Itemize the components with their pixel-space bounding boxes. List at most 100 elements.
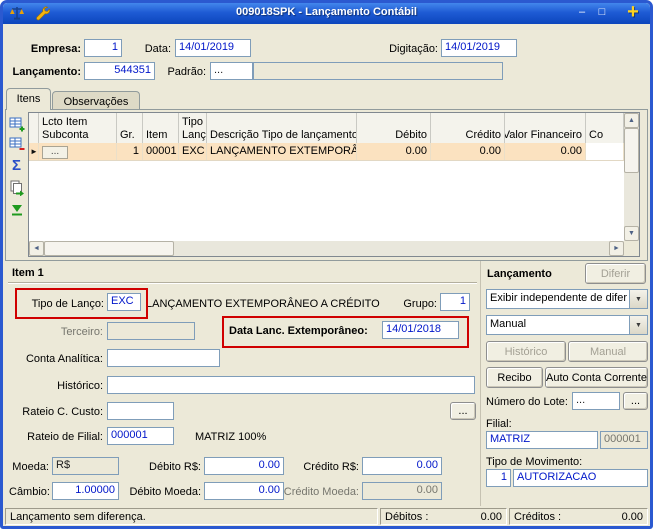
window-title: 009018SPK - Lançamento Contábil xyxy=(236,6,417,18)
vertical-scroll-thumb[interactable] xyxy=(624,128,639,173)
horizontal-scroll-thumb[interactable] xyxy=(44,241,174,256)
sum-icon[interactable]: Σ xyxy=(8,157,25,174)
credito-moeda-field: 0.00 xyxy=(362,482,442,500)
cell-gr[interactable]: 1 xyxy=(117,143,143,160)
conta-analitica-field[interactable] xyxy=(107,349,220,367)
digitacao-label: Digitação: xyxy=(389,43,438,55)
grid-col-debito[interactable]: Débito xyxy=(357,113,431,143)
empresa-field[interactable]: 1 xyxy=(84,39,122,57)
grupo-field[interactable]: 1 xyxy=(440,293,470,311)
data-extemporaneo-label: Data Lanc. Extemporâneo: xyxy=(229,325,368,337)
cell-tipo-lanc[interactable]: EXC xyxy=(179,143,207,160)
copy-item-icon[interactable] xyxy=(8,179,25,196)
padrao-lookup-field[interactable]: ... xyxy=(210,62,253,80)
grid-col-descricao[interactable]: Descrição Tipo de lançamento xyxy=(207,113,357,143)
scroll-right-button[interactable]: ► xyxy=(609,241,624,256)
grid-col-lcto-subconta[interactable]: Lcto Item Subconta xyxy=(39,113,117,143)
statusbar-debitos: Débitos : 0.00 xyxy=(380,508,507,525)
cell-co[interactable] xyxy=(586,143,624,160)
tipo-lancto-field[interactable]: EXC xyxy=(107,293,141,311)
filial-label: Filial: xyxy=(486,418,512,430)
tipo-movimento-field[interactable]: AUTORIZACAO xyxy=(513,469,648,487)
scroll-down-button[interactable]: ▼ xyxy=(624,226,639,241)
rateio-filial-label: Rateio de Filial: xyxy=(27,431,103,443)
numero-lote-field[interactable]: ... xyxy=(572,392,620,410)
exibir-diferido-combo[interactable]: Exibir independente de difer ▼ xyxy=(486,289,648,309)
statusbar-creditos: Créditos : 0.00 xyxy=(509,508,648,525)
terceiro-field xyxy=(107,322,195,340)
numero-lote-label: Número do Lote: xyxy=(486,396,568,408)
rateio-custo-field[interactable] xyxy=(107,402,174,420)
grid-row[interactable]: ► ... 1 00001 EXC LANÇAMENTO EXTEMPORÂNE… xyxy=(29,143,624,161)
rateio-filial-field[interactable]: 000001 xyxy=(107,427,174,445)
grid-col-co[interactable]: Co xyxy=(586,113,624,143)
panel-divider xyxy=(480,261,481,506)
lancamento-field[interactable]: 544351 xyxy=(84,62,155,80)
grid-col-tipo-lanc[interactable]: Tipo Lanç. xyxy=(179,113,207,143)
delete-item-icon[interactable] xyxy=(8,135,25,152)
scroll-up-button[interactable]: ▲ xyxy=(624,113,639,128)
filial-field[interactable]: MATRIZ xyxy=(486,431,598,449)
debito-rs-field[interactable]: 0.00 xyxy=(204,457,284,475)
item-section-title: Item 1 xyxy=(12,267,44,279)
cell-lcto-subconta[interactable]: ... xyxy=(39,143,117,160)
debito-rs-label: Débito R$: xyxy=(149,461,201,473)
item-section-divider xyxy=(8,282,477,283)
data-field[interactable]: 14/01/2019 xyxy=(175,39,251,57)
grid-col-gr[interactable]: Gr. xyxy=(117,113,143,143)
grid-col-item[interactable]: Item xyxy=(143,113,179,143)
cambio-field[interactable]: 1.00000 xyxy=(52,482,119,500)
empresa-label: Empresa: xyxy=(30,43,81,55)
moeda-field: R$ xyxy=(52,457,119,475)
manual-button: Manual xyxy=(568,341,648,362)
digitacao-field[interactable]: 14/01/2019 xyxy=(441,39,517,57)
tipo-lancto-desc: LANÇAMENTO EXTEMPORÂNEO A CRÉDITO xyxy=(146,298,380,310)
window-lancamento-contabil: 009018SPK - Lançamento Contábil – □ + Em… xyxy=(0,0,653,529)
scroll-left-button[interactable]: ◄ xyxy=(29,241,44,256)
credito-rs-field[interactable]: 0.00 xyxy=(362,457,442,475)
tipo-movimento-code-field[interactable]: 1 xyxy=(486,469,511,487)
tab-itens[interactable]: Itens xyxy=(6,88,51,110)
titlebar[interactable]: 009018SPK - Lançamento Contábil – □ + xyxy=(3,3,650,24)
cell-item[interactable]: 00001 xyxy=(143,143,179,160)
cell-debito[interactable]: 0.00 xyxy=(357,143,431,160)
itens-grid: Lcto Item Subconta Gr. Item Tipo Lanç. Des… xyxy=(28,112,640,257)
lcto-lookup-button[interactable]: ... xyxy=(42,146,68,159)
historico-field[interactable] xyxy=(107,376,475,394)
cell-credito[interactable]: 0.00 xyxy=(431,143,505,160)
plus-icon[interactable]: + xyxy=(624,3,642,22)
grid-header-row: Lcto Item Subconta Gr. Item Tipo Lanç. Des… xyxy=(29,113,624,144)
historico-button: Histórico xyxy=(486,341,566,362)
historico-label: Histórico: xyxy=(57,380,103,392)
cell-descricao[interactable]: LANÇAMENTO EXTEMPORÂNE xyxy=(207,143,357,160)
tab-observacoes[interactable]: Observações xyxy=(52,91,140,110)
go-last-item-icon[interactable] xyxy=(8,201,25,218)
chevron-down-icon[interactable]: ▼ xyxy=(629,316,647,334)
terceiro-label: Terceiro: xyxy=(60,326,103,338)
debito-moeda-field[interactable]: 0.00 xyxy=(204,482,284,500)
filial-code-field: 000001 xyxy=(600,431,648,449)
recibo-button[interactable]: Recibo xyxy=(486,367,543,388)
debito-moeda-label: Débito Moeda: xyxy=(129,486,201,498)
tipo-lancamento-combo[interactable]: Manual ▼ xyxy=(486,315,648,335)
maximize-button[interactable]: □ xyxy=(594,5,610,21)
data-extemporaneo-field[interactable]: 14/01/2018 xyxy=(382,321,459,339)
add-item-icon[interactable] xyxy=(8,115,25,132)
numero-lote-lookup-button[interactable]: ... xyxy=(623,392,648,410)
grid-col-valor-financeiro[interactable]: Valor Financeiro xyxy=(505,113,586,143)
credito-rs-label: Crédito R$: xyxy=(303,461,359,473)
moeda-label: Moeda: xyxy=(12,461,49,473)
chevron-down-icon[interactable]: ▼ xyxy=(629,290,647,308)
credito-moeda-label: Crédito Moeda: xyxy=(283,486,359,498)
rateio-custo-lookup-button[interactable]: ... xyxy=(450,402,476,420)
auto-conta-corrente-button[interactable]: Auto Conta Corrente xyxy=(545,367,648,388)
data-label: Data: xyxy=(144,43,171,55)
cell-valor-financeiro[interactable]: 0.00 xyxy=(505,143,586,160)
grid-col-credito[interactable]: Crédito xyxy=(431,113,505,143)
padrao-desc-field xyxy=(253,62,503,80)
padrao-label: Padrão: xyxy=(167,66,206,78)
tipo-movimento-label: Tipo de Movimento: xyxy=(486,456,583,468)
lancamento-section-title: Lançamento xyxy=(487,268,552,280)
grupo-label: Grupo: xyxy=(403,298,437,310)
minimize-button[interactable]: – xyxy=(574,5,590,21)
